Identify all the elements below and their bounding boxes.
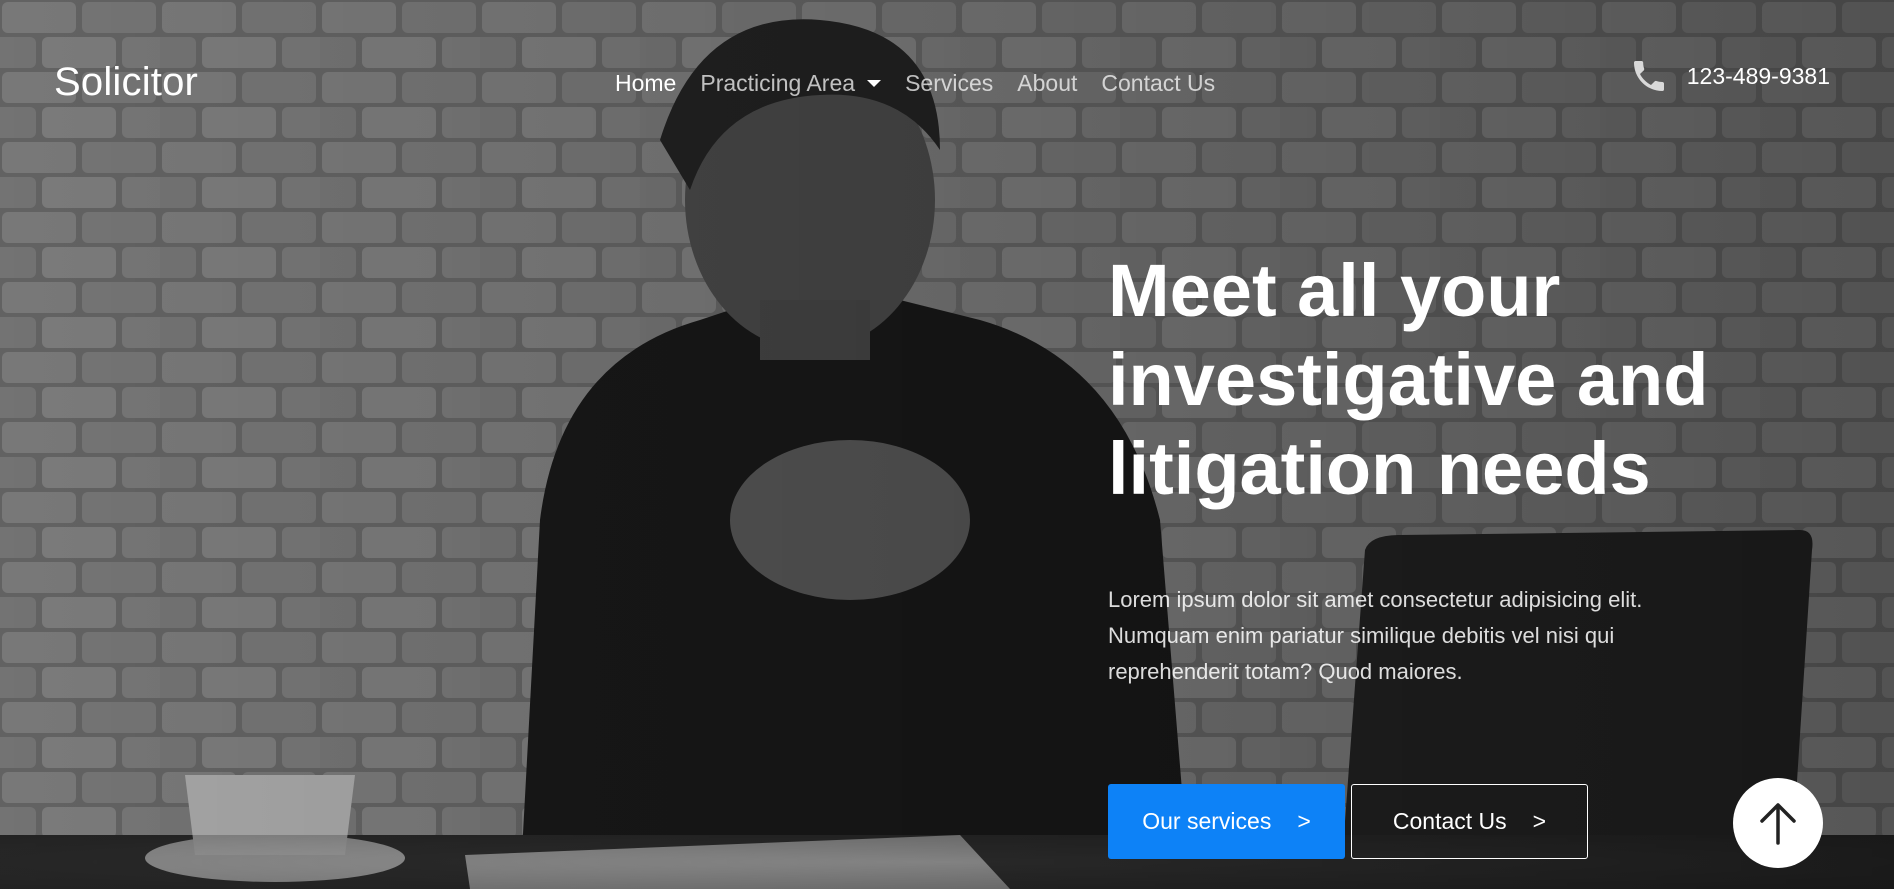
caret-down-icon: [867, 80, 882, 87]
nav-practicing-area[interactable]: Practicing Area: [700, 70, 882, 97]
hero-description: Lorem ipsum dolor sit amet consectetur a…: [1108, 587, 1643, 684]
our-services-label: Our services: [1142, 808, 1272, 834]
phone-icon: [1633, 61, 1664, 91]
nav-services-label: Services: [905, 70, 994, 96]
main-nav: Home Practicing Area Services About Cont…: [615, 70, 1239, 97]
nav-practicing-area-label: Practicing Area: [700, 70, 856, 96]
nav-services[interactable]: Services: [905, 70, 993, 97]
nav-home[interactable]: Home: [615, 70, 676, 97]
phone-contact[interactable]: 123-489-9381: [1629, 56, 1830, 96]
contact-us-button[interactable]: Contact Us >: [1351, 784, 1588, 859]
nav-about-label: About: [1017, 70, 1078, 96]
contact-us-label: Contact Us: [1392, 808, 1507, 834]
back-to-top-button[interactable]: [1733, 778, 1823, 868]
nav-home-label: Home: [615, 70, 677, 96]
nav-contact-us-label: Contact Us: [1101, 70, 1216, 96]
brand-logo[interactable]: Solicitor: [54, 60, 198, 105]
our-services-button[interactable]: Our services >: [1108, 784, 1345, 859]
nav-contact-us[interactable]: Contact Us: [1101, 70, 1215, 97]
nav-about[interactable]: About: [1017, 70, 1077, 97]
hero-title: Meet all your investigative and litigati…: [1108, 249, 1709, 510]
chevron-right-icon: >: [1297, 808, 1311, 834]
phone-number: 123-489-9381: [1686, 62, 1830, 89]
arrow-up-icon: [1760, 803, 1796, 845]
chevron-right-icon: >: [1532, 808, 1547, 834]
